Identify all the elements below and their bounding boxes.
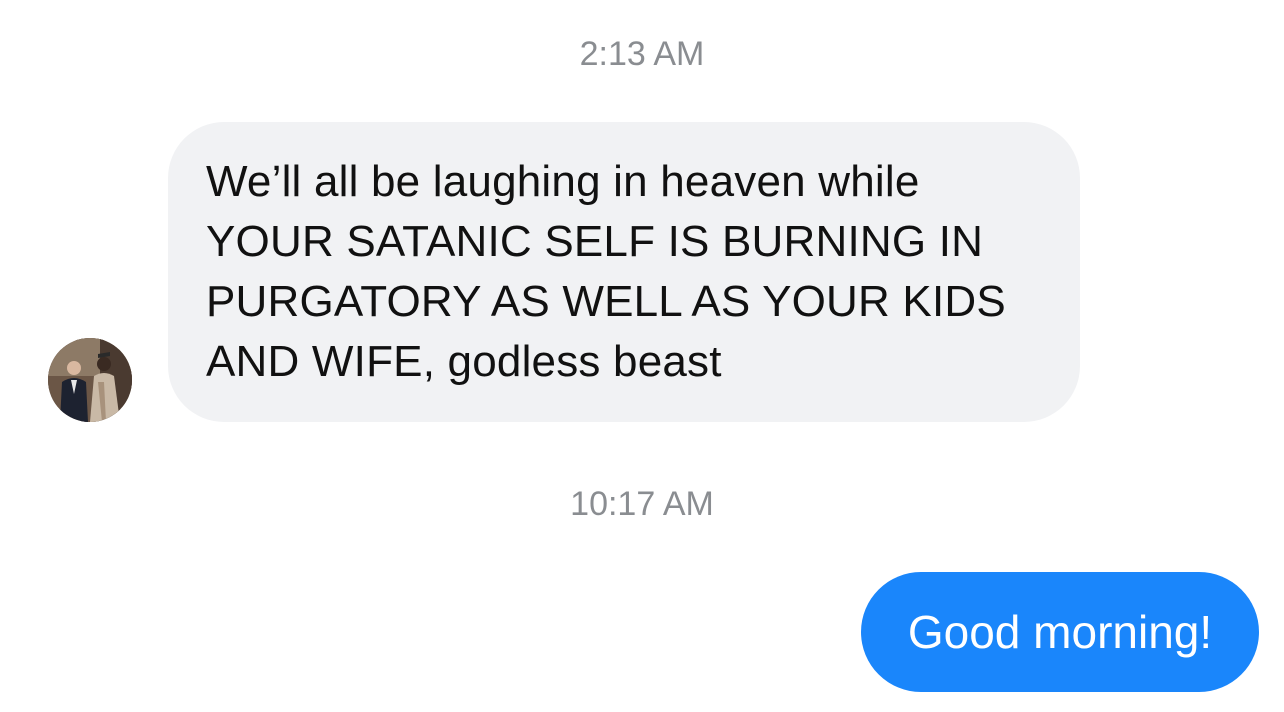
avatar-photo-icon	[48, 338, 132, 422]
conversation-view: 2:13 AM We’ll all be laughing in heaven …	[0, 0, 1284, 712]
timestamp: 2:13 AM	[579, 35, 705, 73]
contact-avatar[interactable]	[48, 338, 132, 422]
message-text-line: PURGATORY AS WELL AS YOUR KIDS	[206, 277, 1006, 326]
timestamp: 10:17 AM	[570, 485, 714, 523]
outgoing-message-bubble[interactable]: Good morning!	[861, 572, 1259, 692]
message-text-line: We’ll all be laughing in heaven while	[206, 157, 920, 206]
message-text: Good morning!	[907, 606, 1213, 658]
message-text-line: AND WIFE, godless beast	[206, 337, 722, 386]
message-text-line: YOUR SATANIC SELF IS BURNING IN	[206, 217, 984, 266]
incoming-message-bubble[interactable]: We’ll all be laughing in heaven while YO…	[168, 122, 1080, 422]
